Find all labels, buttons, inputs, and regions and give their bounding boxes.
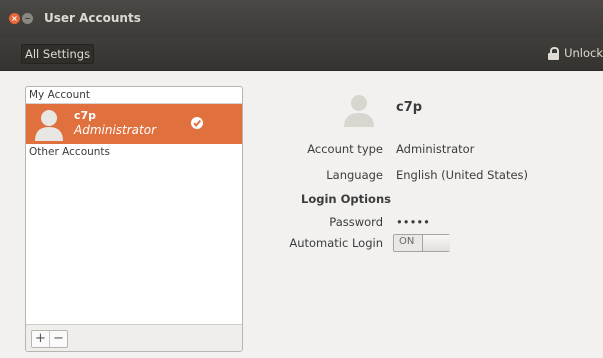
user-avatar-icon[interactable] xyxy=(343,93,375,127)
automatic-login-label: Automatic Login xyxy=(289,236,383,250)
list-footer: + − xyxy=(26,324,242,351)
unlock-label: Unlock xyxy=(564,46,603,60)
account-role: Administrator xyxy=(74,123,157,137)
language-value[interactable]: English (United States) xyxy=(396,168,528,182)
close-icon[interactable]: × xyxy=(9,13,20,24)
account-name: c7p xyxy=(74,109,97,122)
lock-icon xyxy=(548,46,560,60)
other-accounts-header: Other Accounts xyxy=(29,146,111,158)
accounts-list: My Account c7p Administrator Other Accou… xyxy=(25,86,243,352)
language-label: Language xyxy=(326,168,383,182)
titlebar: × − User Accounts xyxy=(0,0,603,38)
window-title: User Accounts xyxy=(44,11,141,25)
toggle-knob[interactable] xyxy=(422,235,450,251)
login-options-heading: Login Options xyxy=(301,192,391,206)
user-avatar-icon xyxy=(35,110,63,141)
add-user-button[interactable]: + xyxy=(32,331,49,347)
password-value[interactable]: ••••• xyxy=(396,215,430,229)
account-type-label: Account type xyxy=(307,142,383,156)
user-name[interactable]: c7p xyxy=(396,100,422,115)
unlock-button[interactable]: Unlock xyxy=(548,44,603,62)
all-settings-button[interactable]: All Settings xyxy=(21,44,95,64)
add-remove-buttons: + − xyxy=(31,330,68,348)
automatic-login-toggle[interactable]: ON xyxy=(393,234,450,252)
toggle-state: ON xyxy=(399,236,415,247)
password-label: Password xyxy=(329,215,383,229)
check-icon xyxy=(191,117,203,129)
my-account-header: My Account xyxy=(26,87,242,104)
account-row-selected[interactable]: c7p Administrator xyxy=(26,104,242,144)
toolbar: All Settings Unlock xyxy=(0,38,603,71)
account-type-value[interactable]: Administrator xyxy=(396,142,474,156)
minimize-icon[interactable]: − xyxy=(22,13,33,24)
remove-user-button[interactable]: − xyxy=(49,331,67,347)
